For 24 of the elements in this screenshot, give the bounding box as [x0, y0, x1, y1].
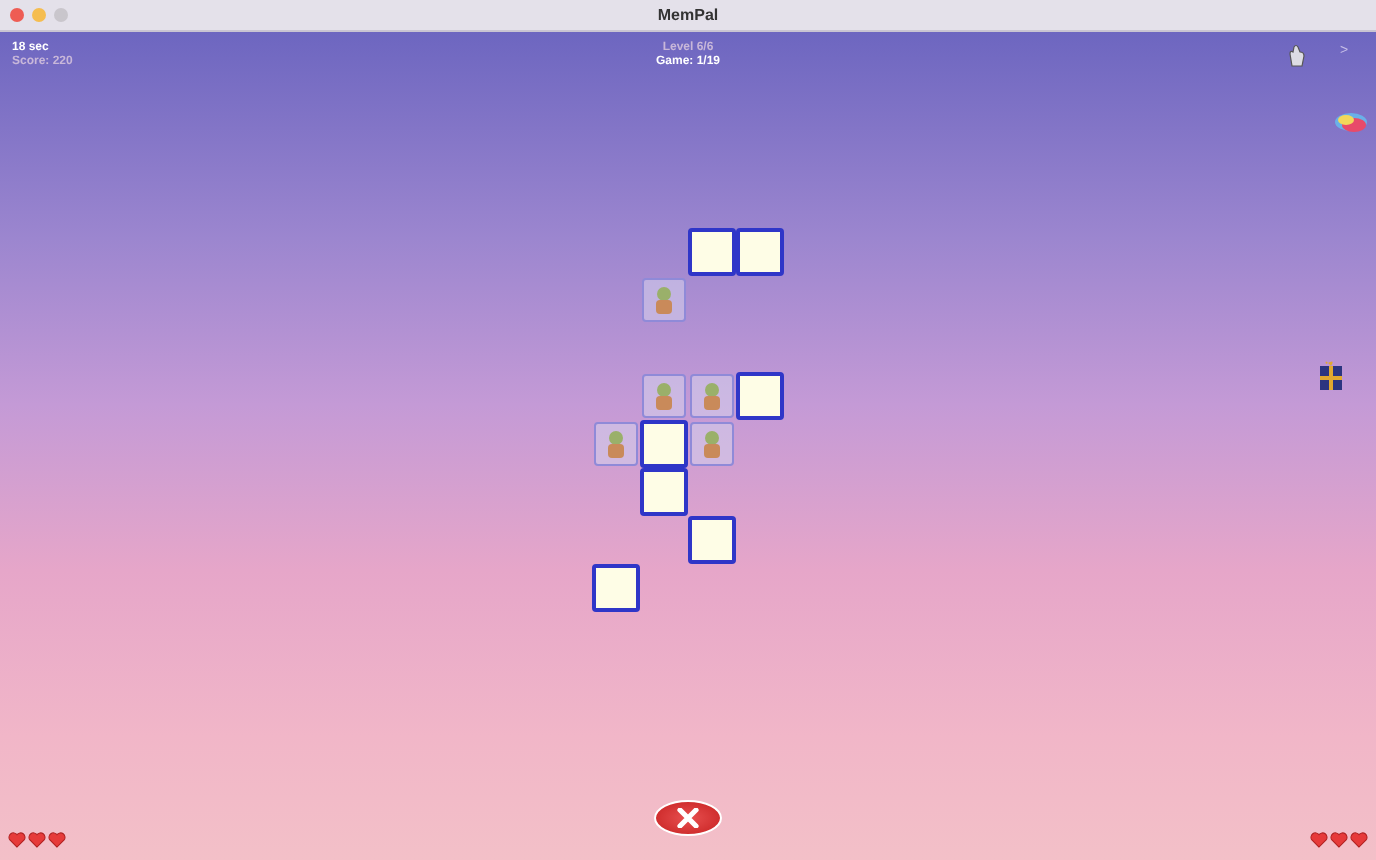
quit-button[interactable] [654, 800, 722, 836]
cartoon-figure-icon [650, 380, 678, 412]
cartoon-figure-icon [698, 428, 726, 460]
cartoon-figure-icon [698, 380, 726, 412]
rainbow-cloud-icon[interactable] [1334, 112, 1368, 134]
picture-tile[interactable] [594, 422, 638, 466]
face-down-tile[interactable] [736, 228, 784, 276]
picture-tile[interactable] [642, 278, 686, 322]
picture-tile[interactable] [690, 422, 734, 466]
face-down-tile[interactable] [736, 372, 784, 420]
gift-icon[interactable] [1318, 358, 1344, 392]
face-down-tile[interactable] [640, 420, 688, 468]
cartoon-figure-icon [602, 428, 630, 460]
face-down-tile[interactable] [688, 516, 736, 564]
close-icon [676, 808, 700, 828]
picture-tile[interactable] [690, 374, 734, 418]
cartoon-figure-icon [650, 284, 678, 316]
hand-icon[interactable] [1288, 44, 1306, 68]
face-down-tile[interactable] [640, 468, 688, 516]
picture-tile[interactable] [642, 374, 686, 418]
face-down-tile[interactable] [688, 228, 736, 276]
close-window-button[interactable] [10, 8, 24, 22]
face-down-tile[interactable] [592, 564, 640, 612]
window-title: MemPal [657, 6, 719, 24]
